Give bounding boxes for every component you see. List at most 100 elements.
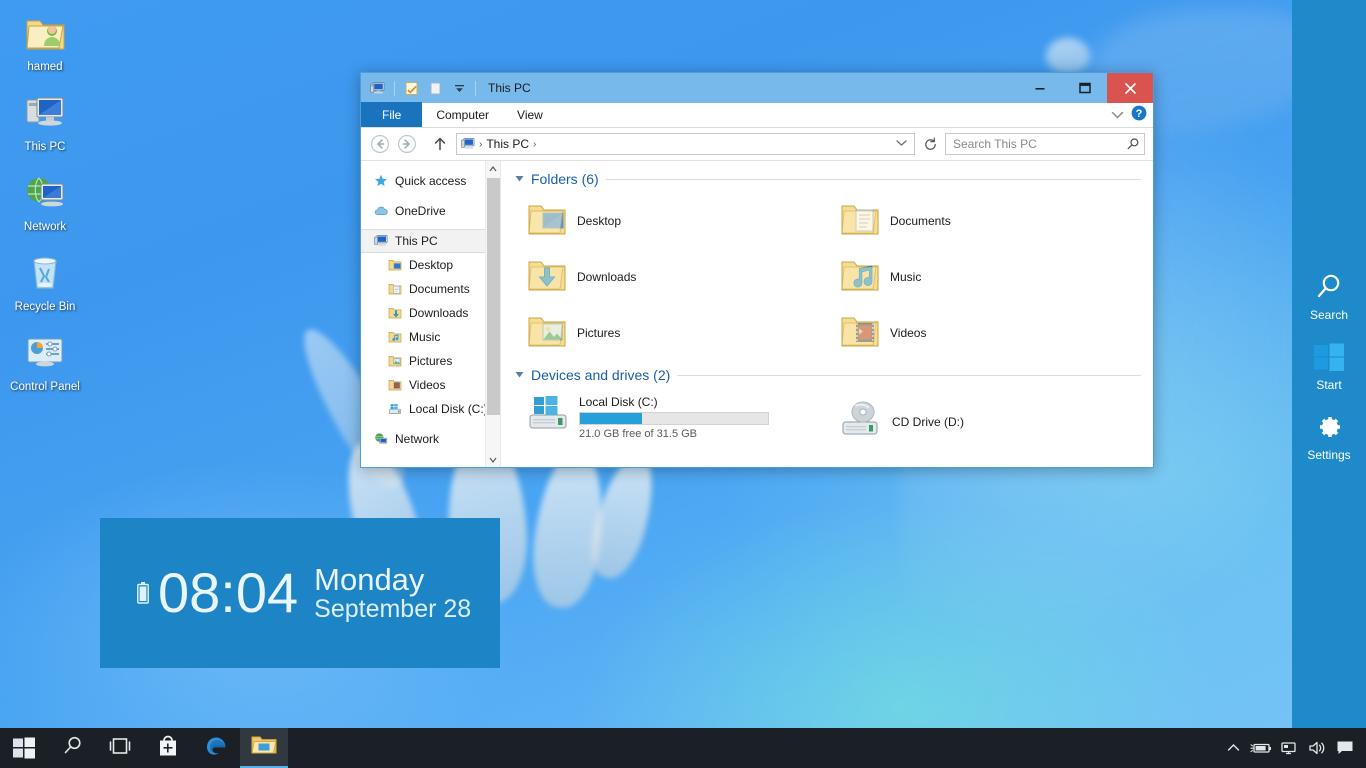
- nav-item-desktop[interactable]: Desktop: [361, 253, 500, 277]
- folders-group-header[interactable]: Folders (6): [515, 171, 1141, 187]
- desktop-icon-label: This PC: [24, 141, 66, 153]
- nav-item-label: Quick access: [395, 174, 467, 188]
- clock-date: Monday September 28: [314, 563, 472, 624]
- folder-tile-pictures[interactable]: Pictures: [515, 305, 828, 361]
- nav-item-quick-access[interactable]: Quick access: [361, 169, 500, 193]
- window-titlebar: This PC: [361, 73, 1153, 103]
- up-arrow-icon[interactable]: [429, 133, 451, 155]
- breadcrumb-item-this-pc[interactable]: This PC: [483, 137, 532, 151]
- nav-item-local-disk-c[interactable]: Local Disk (C:): [361, 397, 500, 421]
- help-icon[interactable]: ?: [1131, 105, 1147, 126]
- scrollbar-down-arrow-icon[interactable]: [486, 452, 501, 467]
- navigation-scrollbar[interactable]: [485, 161, 500, 467]
- address-dropdown-chevron-icon[interactable]: [896, 139, 910, 149]
- nav-item-music[interactable]: Music: [361, 325, 500, 349]
- scrollbar-up-arrow-icon[interactable]: [486, 161, 501, 176]
- tab-file[interactable]: File: [361, 102, 423, 127]
- charm-search[interactable]: Search: [1292, 262, 1366, 328]
- tab-view[interactable]: View: [503, 102, 557, 127]
- edge-icon: [204, 733, 229, 763]
- pictures-folder-icon: [527, 312, 567, 355]
- network-icon[interactable]: [1276, 728, 1302, 768]
- taskbar-edge-button[interactable]: [192, 728, 240, 768]
- folder-tile-label: Desktop: [577, 214, 622, 228]
- new-folder-icon[interactable]: [425, 78, 445, 98]
- desktop-icon-this-pc[interactable]: This PC: [0, 80, 90, 160]
- cd-drive-icon: [840, 399, 882, 444]
- music-folder-icon: [840, 256, 880, 299]
- drive-tile-local-disk-c[interactable]: Local Disk (C:) 21.0 GB free of 31.5 GB: [515, 389, 828, 444]
- folders-group-title: Folders (6): [531, 171, 599, 187]
- nav-item-label: Documents: [409, 282, 470, 296]
- nav-item-onedrive[interactable]: OneDrive: [361, 199, 500, 223]
- search-placeholder: Search This PC: [953, 137, 1037, 151]
- drives-tile-grid: Local Disk (C:) 21.0 GB free of 31.5 GB: [515, 389, 1141, 444]
- nav-item-label: Music: [409, 330, 441, 344]
- desktop-icon-hamed[interactable]: hamed: [0, 0, 90, 80]
- clock-month-day: September 28: [314, 595, 472, 624]
- back-arrow-icon[interactable]: [369, 133, 391, 155]
- this-pc-icon: [373, 233, 389, 249]
- triangle-down-icon[interactable]: [515, 174, 524, 185]
- search-icon[interactable]: [1126, 137, 1140, 151]
- breadcrumb-separator[interactable]: ›: [532, 139, 537, 150]
- properties-icon[interactable]: [401, 78, 421, 98]
- folder-tile-label: Music: [890, 270, 922, 284]
- taskbar-file-explorer-button[interactable]: [240, 728, 288, 768]
- breadcrumb-bar[interactable]: › This PC ›: [456, 133, 915, 155]
- svg-text:?: ?: [1136, 108, 1143, 120]
- desktop-icon-network[interactable]: Network: [0, 160, 90, 240]
- customize-qat-chevron-icon[interactable]: [449, 78, 469, 98]
- nav-item-videos[interactable]: Videos: [361, 373, 500, 397]
- charm-settings[interactable]: Settings: [1292, 402, 1366, 468]
- nav-item-pictures[interactable]: Pictures: [361, 349, 500, 373]
- refresh-icon[interactable]: [920, 133, 940, 155]
- this-pc-icon[interactable]: [368, 78, 388, 98]
- folder-tile-desktop[interactable]: Desktop: [515, 193, 828, 249]
- desktop-icon-recycle-bin[interactable]: Recycle Bin: [0, 240, 90, 320]
- search-input[interactable]: Search This PC: [945, 133, 1145, 155]
- scrollbar-track[interactable]: [486, 176, 501, 452]
- folder-tile-videos[interactable]: Videos: [828, 305, 1141, 361]
- battery-icon[interactable]: [1248, 728, 1274, 768]
- chevron-up-icon[interactable]: [1220, 728, 1246, 768]
- scrollbar-thumb[interactable]: [486, 178, 500, 416]
- folder-tile-label: Videos: [890, 326, 927, 340]
- folder-tile-downloads[interactable]: Downloads: [515, 249, 828, 305]
- action-center-icon[interactable]: [1332, 728, 1358, 768]
- taskbar-task-view-button[interactable]: [96, 728, 144, 768]
- taskbar-search-button[interactable]: [48, 728, 96, 768]
- triangle-down-icon[interactable]: [515, 370, 524, 381]
- taskbar-start-button[interactable]: [0, 728, 48, 768]
- window-title: This PC: [488, 81, 531, 95]
- drive-tile-cd-drive-d[interactable]: CD Drive (D:): [828, 389, 1141, 444]
- minimize-button[interactable]: [1017, 73, 1062, 103]
- control-panel-icon: [2, 330, 88, 378]
- clock-time: 08:04: [158, 561, 299, 624]
- charm-start[interactable]: Start: [1292, 332, 1366, 398]
- downloads-folder-icon: [527, 256, 567, 299]
- videos-folder-icon: [840, 312, 880, 355]
- nav-item-this-pc[interactable]: This PC: [361, 229, 500, 253]
- desktop-icon-control-panel[interactable]: Control Panel: [0, 320, 90, 400]
- group-divider: [605, 178, 1141, 180]
- folder-tile-documents[interactable]: Documents: [828, 193, 1141, 249]
- nav-item-downloads[interactable]: Downloads: [361, 301, 500, 325]
- folder-tile-music[interactable]: Music: [828, 249, 1141, 305]
- computer-icon: [2, 90, 88, 138]
- close-button[interactable]: [1107, 73, 1153, 103]
- documents-folder-icon: [387, 281, 403, 297]
- chevron-down-icon[interactable]: [1111, 107, 1124, 125]
- nav-item-documents[interactable]: Documents: [361, 277, 500, 301]
- maximize-button[interactable]: [1062, 73, 1107, 103]
- folder-tile-label: Pictures: [577, 326, 621, 340]
- nav-item-label: OneDrive: [395, 204, 446, 218]
- tab-computer[interactable]: Computer: [422, 102, 503, 127]
- onedrive-icon: [373, 203, 389, 219]
- volume-icon[interactable]: [1304, 728, 1330, 768]
- devices-group-header[interactable]: Devices and drives (2): [515, 367, 1141, 383]
- nav-item-network[interactable]: Network: [361, 427, 500, 451]
- forward-arrow-icon[interactable]: [396, 133, 418, 155]
- taskbar-store-button[interactable]: [144, 728, 192, 768]
- drive-capacity-bar: [579, 412, 769, 425]
